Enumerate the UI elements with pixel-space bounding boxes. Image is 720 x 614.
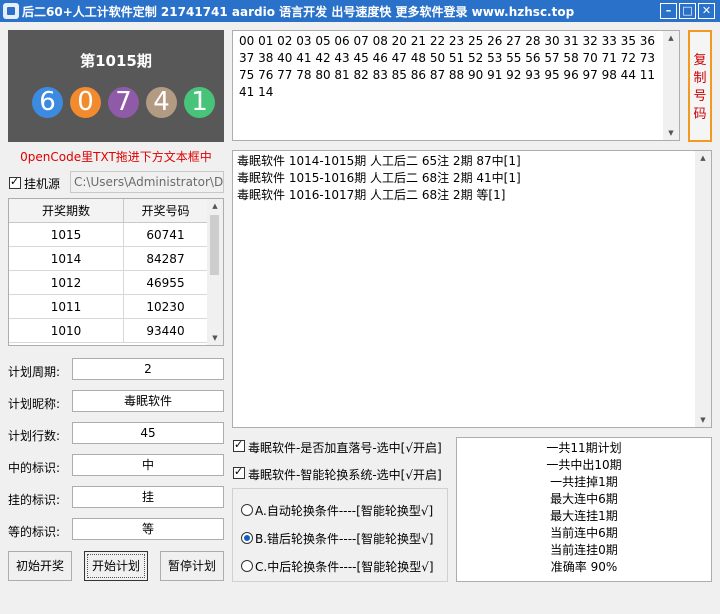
table-scrollbar[interactable]: ▲ ▼ (207, 199, 223, 345)
radio-miss-label: B.错后轮换条件----[智能轮换型√] (255, 532, 434, 546)
column-header-number[interactable]: 开奖号码 (124, 199, 208, 223)
hit-mark-label: 中的标识: (8, 461, 61, 475)
table-cell-period: 1011 (9, 295, 124, 319)
wait-mark-label: 等的标识: (8, 525, 61, 539)
ball-4: 4 (146, 87, 177, 118)
radio-miss-rotation[interactable] (241, 532, 253, 544)
radio-auto-label: A.自动轮换条件----[智能轮换型√] (255, 504, 434, 518)
stat-line: 准确率 90% (550, 560, 618, 574)
copy-numbers-button[interactable]: 复制号码 (688, 30, 712, 142)
close-button[interactable]: ✕ (698, 3, 715, 19)
numbers-text: 00 01 02 03 05 06 07 08 20 21 22 23 25 2… (239, 34, 656, 99)
draw-history-table: 开奖期数 开奖号码 1015 60741 1014 84287 1012 469… (8, 198, 224, 346)
plan-name-label: 计划昵称: (8, 397, 61, 411)
stat-line: 最大连中6期 (550, 492, 618, 506)
result-line: 毒眠软件 1016-1017期 人工后二 68注 2期 等[1] (237, 188, 506, 202)
hook-path-input[interactable]: C:\Users\Administrator\Desktop (70, 171, 224, 193)
plan-period-label: 计划周期: (8, 365, 61, 379)
straight-number-checkbox[interactable] (233, 438, 245, 452)
issue-title: 第1015期 (80, 52, 152, 70)
scroll-down-icon[interactable]: ▼ (207, 331, 223, 345)
table-cell-period: 1012 (9, 271, 124, 295)
table-cell-number: 10230 (124, 295, 208, 319)
table-cell-number: 60741 (124, 223, 208, 247)
radio-hit-label: C.中后轮换条件----[智能轮换型√] (255, 560, 434, 574)
results-scrollbar[interactable]: ▲ ▼ (695, 151, 711, 427)
radio-hit-rotation[interactable] (241, 560, 253, 572)
table-cell-period: 1010 (9, 319, 124, 343)
plan-rows-input[interactable]: 45 (72, 422, 224, 444)
init-draw-button[interactable]: 初始开奖 (8, 551, 72, 581)
statistics-panel: 一共11期计划 一共中出10期 一共挂掉1期 最大连中6期 最大连挂1期 当前连… (456, 437, 712, 582)
table-cell-number: 46955 (124, 271, 208, 295)
scroll-down-icon[interactable]: ▼ (663, 126, 679, 140)
table-cell-period: 1015 (9, 223, 124, 247)
miss-mark-label: 挂的标识: (8, 493, 61, 507)
hook-source-checkbox[interactable] (9, 175, 21, 189)
ball-2: 0 (70, 87, 101, 118)
stat-line: 当前连中6期 (550, 526, 618, 540)
result-line: 毒眠软件 1014-1015期 人工后二 65注 2期 87中[1] (237, 154, 521, 168)
result-line: 毒眠软件 1015-1016期 人工后二 68注 2期 41中[1] (237, 171, 521, 185)
stat-line: 一共中出10期 (546, 458, 622, 472)
stat-line: 一共挂掉1期 (550, 475, 618, 489)
plan-rows-label: 计划行数: (8, 429, 61, 443)
numbers-scrollbar[interactable]: ▲ ▼ (663, 31, 679, 140)
plan-results-textarea[interactable]: 毒眠软件 1014-1015期 人工后二 65注 2期 87中[1] 毒眠软件 … (232, 150, 712, 428)
scroll-thumb[interactable] (210, 215, 219, 275)
title-bar: 后二60+人工计软件定制 21741741 aardio 语言开发 出号速度快 … (0, 0, 720, 22)
plan-name-input[interactable]: 毒眠软件 (72, 390, 224, 412)
drop-hint: 0penCode里TXT拖进下方文本框中 (20, 150, 212, 164)
plan-period-input[interactable]: 2 (72, 358, 224, 380)
window-title: 后二60+人工计软件定制 21741741 aardio 语言开发 出号速度快 … (22, 5, 575, 19)
minimize-button[interactable]: – (660, 3, 677, 19)
ball-3: 7 (108, 87, 139, 118)
stat-line: 最大连挂1期 (550, 509, 618, 523)
table-cell-period: 1014 (9, 247, 124, 271)
scroll-down-icon[interactable]: ▼ (695, 413, 711, 427)
hook-source-label: 挂机源 (24, 177, 61, 191)
column-header-period[interactable]: 开奖期数 (9, 199, 124, 223)
rotation-mode-group: A.自动轮换条件----[智能轮换型√] B.错后轮换条件----[智能轮换型√… (232, 488, 448, 582)
smart-rotation-checkbox[interactable] (233, 465, 245, 479)
straight-number-label: 毒眠软件-是否加直落号-选中[√开启] (248, 441, 442, 455)
smart-rotation-label: 毒眠软件-智能轮换系统-选中[√开启] (248, 468, 442, 482)
copy-numbers-label: 复制号码 (693, 53, 707, 122)
hit-mark-input[interactable]: 中 (72, 454, 224, 476)
scroll-up-icon[interactable]: ▲ (207, 199, 223, 213)
wait-mark-input[interactable]: 等 (72, 518, 224, 540)
draw-result-panel: 第1015期 6 0 7 4 1 (8, 30, 224, 142)
ball-5: 1 (184, 87, 215, 118)
app-icon (3, 3, 19, 19)
ball-1: 6 (32, 87, 63, 118)
stat-line: 当前连挂0期 (550, 543, 618, 557)
table-cell-number: 93440 (124, 319, 208, 343)
pause-plan-button[interactable]: 暂停计划 (160, 551, 224, 581)
scroll-up-icon[interactable]: ▲ (663, 31, 679, 45)
start-plan-button[interactable]: 开始计划 (84, 551, 148, 581)
stat-line: 一共11期计划 (546, 441, 622, 455)
radio-auto-rotation[interactable] (241, 504, 253, 516)
table-cell-number: 84287 (124, 247, 208, 271)
numbers-textarea[interactable]: 00 01 02 03 05 06 07 08 20 21 22 23 25 2… (232, 30, 680, 141)
maximize-button[interactable]: □ (679, 3, 696, 19)
miss-mark-input[interactable]: 挂 (72, 486, 224, 508)
scroll-up-icon[interactable]: ▲ (695, 151, 711, 165)
